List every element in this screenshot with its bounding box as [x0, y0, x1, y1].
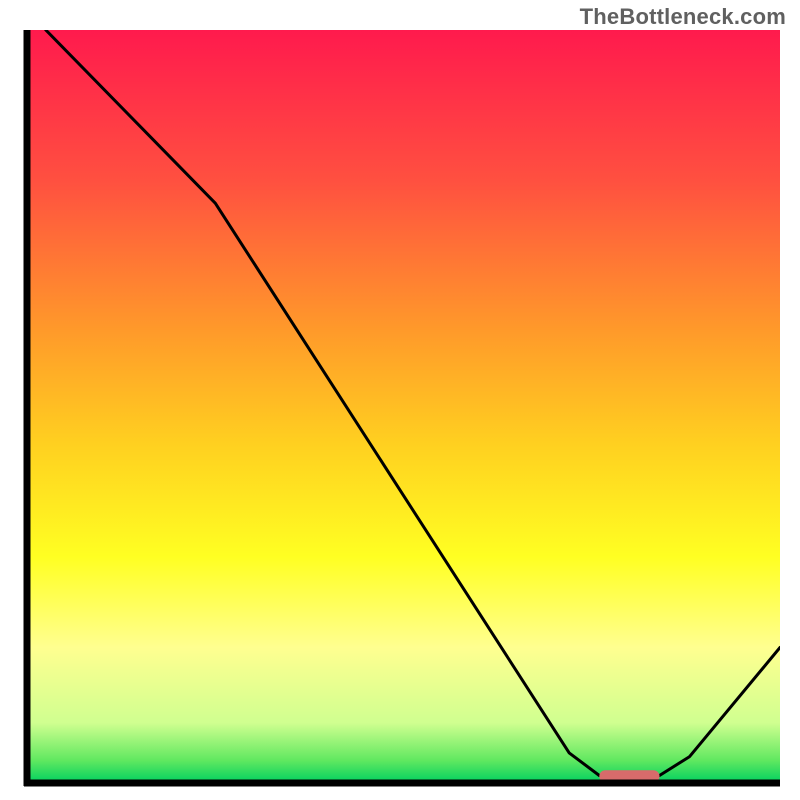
attribution-text: TheBottleneck.com: [580, 4, 786, 30]
chart-container: TheBottleneck.com: [0, 0, 800, 800]
bottleneck-chart: [20, 30, 780, 790]
gradient-background: [27, 30, 780, 783]
